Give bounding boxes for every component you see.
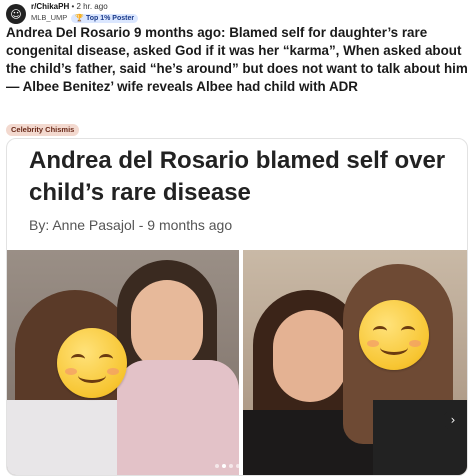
person-woman-face — [273, 310, 347, 402]
carousel-next-button[interactable]: › — [443, 410, 463, 430]
chevron-right-icon: › — [450, 413, 456, 427]
subreddit-icon[interactable]: ☺ — [6, 4, 26, 24]
article-byline: By: Anne Pasajol - 9 months ago — [29, 217, 233, 233]
carousel-dot[interactable] — [229, 464, 233, 468]
carousel-dot[interactable] — [215, 464, 219, 468]
person-mother-face — [131, 280, 203, 370]
post-flair[interactable]: Celebrity Chismis — [6, 124, 80, 136]
post-title[interactable]: Andrea Del Rosario 9 months ago: Blamed … — [6, 24, 468, 96]
post-header: ☺ r/ChikaPH • 2 hr. ago MLB_UMP 🏆 Top 1%… — [4, 2, 470, 24]
person-mother-clothes — [117, 360, 239, 475]
username-link[interactable]: MLB_UMP — [31, 13, 67, 23]
right-photo — [243, 250, 467, 475]
carousel-dot[interactable] — [236, 464, 240, 468]
image-card[interactable]: Andrea del Rosario blamed self over chil… — [6, 138, 468, 476]
author-line: MLB_UMP 🏆 Top 1% Poster — [31, 13, 139, 23]
smiling-face-emoji-icon — [359, 300, 429, 370]
subreddit-link[interactable]: r/ChikaPH — [31, 2, 69, 11]
post-age: 2 hr. ago — [76, 2, 108, 11]
post-meta: r/ChikaPH • 2 hr. ago — [31, 2, 108, 12]
article-photos: › — [7, 250, 467, 475]
top-poster-badge: 🏆 Top 1% Poster — [71, 13, 139, 23]
left-photo — [7, 250, 239, 475]
article-headline: Andrea del Rosario blamed self over chil… — [29, 147, 446, 206]
badge-label: Top 1% Poster — [85, 14, 135, 22]
carousel-dots — [215, 464, 240, 468]
carousel-dot[interactable] — [222, 464, 226, 468]
smiling-face-emoji-icon — [57, 328, 127, 398]
trophy-icon: 🏆 — [75, 14, 84, 22]
